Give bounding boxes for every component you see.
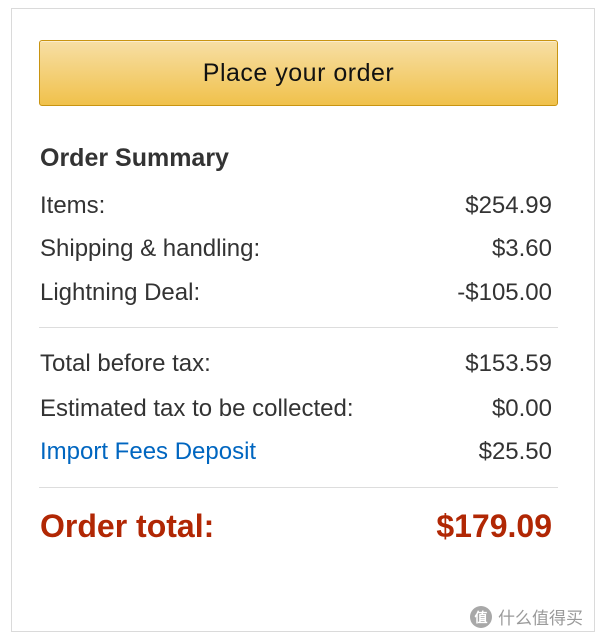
summary-row-label: Shipping & handling: xyxy=(40,235,261,262)
summary-divider xyxy=(39,487,558,488)
summary-row-import-fees: Import Fees Deposit $25.50 xyxy=(40,438,552,466)
summary-row-label: Items: xyxy=(40,192,106,219)
watermark-text: 什么值得买 xyxy=(498,609,583,629)
summary-row-label: Estimated tax to be collected: xyxy=(40,395,354,422)
summary-row-value: $0.00 xyxy=(491,395,552,422)
order-total-value: $179.09 xyxy=(436,508,552,544)
summary-row-value: -$105.00 xyxy=(457,279,552,306)
import-fees-deposit-link[interactable]: Import Fees Deposit xyxy=(40,438,256,466)
summary-row-lightning-deal: Lightning Deal: -$105.00 xyxy=(40,279,552,307)
place-order-button[interactable]: Place your order xyxy=(39,40,558,106)
summary-row-items: Items: $254.99 xyxy=(40,192,552,220)
watermark-logo-icon: 值 xyxy=(470,605,492,628)
summary-row-estimated-tax: Estimated tax to be collected: $0.00 xyxy=(40,395,552,423)
summary-row-label: Total before tax: xyxy=(40,350,211,377)
summary-row-total-before-tax: Total before tax: $153.59 xyxy=(40,350,552,378)
checkout-panel: Place your order Order Summary Items: $2… xyxy=(0,0,600,639)
order-summary-title: Order Summary xyxy=(40,144,229,172)
summary-row-value: $25.50 xyxy=(478,438,552,465)
summary-row-label: Lightning Deal: xyxy=(40,279,201,306)
summary-divider xyxy=(39,327,558,328)
summary-row-value: $153.59 xyxy=(465,350,552,377)
summary-row-shipping: Shipping & handling: $3.60 xyxy=(40,235,552,263)
order-total-row: Order total: $179.09 xyxy=(40,508,552,545)
site-watermark: 值 什么值得买 xyxy=(470,604,583,629)
order-total-label: Order total: xyxy=(40,508,215,544)
summary-row-value: $3.60 xyxy=(491,235,552,262)
summary-row-value: $254.99 xyxy=(465,192,552,219)
